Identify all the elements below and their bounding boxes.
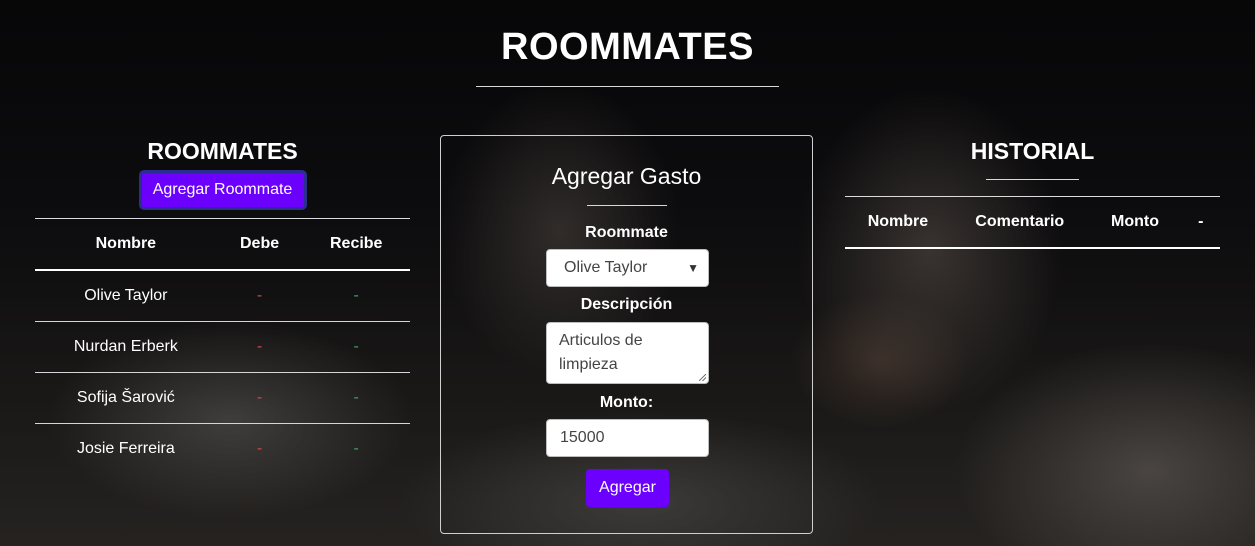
roommates-table: Nombre Debe Recibe Olive Taylor - - Nurd… (35, 218, 410, 474)
column-header-nombre: Nombre (35, 218, 217, 271)
descripcion-value: Articulos de limpieza (559, 332, 643, 373)
roommate-name: Sofija Šarović (35, 372, 217, 424)
historial-divider (986, 179, 1079, 180)
roommate-name: Josie Ferreira (76, 440, 175, 457)
table-row: Nurdan Erberk - - (35, 321, 410, 373)
add-roommate-button[interactable]: Agregar Roommate (138, 170, 307, 210)
historial-section-title: HISTORIAL (970, 138, 1095, 164)
column-header-actions: - (1181, 196, 1220, 249)
monto-value: 15000 (560, 429, 605, 446)
roommate-select[interactable]: Olive Taylor ▼ (546, 249, 709, 287)
roommate-select-value: Olive Taylor (564, 259, 648, 276)
chevron-down-icon: ▼ (687, 261, 699, 275)
table-row: Olive Taylor - - (35, 270, 410, 322)
add-expense-card: Agregar Gasto Roommate Olive Taylor ▼ De… (440, 135, 813, 534)
column-header-monto: Monto (1088, 196, 1182, 249)
descripcion-label: Descripción (580, 296, 673, 313)
roommates-table-header: Nombre Debe Recibe (35, 218, 410, 271)
add-expense-title: Agregar Gasto (551, 163, 702, 189)
historial-table-header: Nombre Comentario Monto - (845, 196, 1220, 249)
roommate-name: Olive Taylor (35, 270, 217, 322)
roommate-debe: - (216, 321, 303, 373)
roommate-recibe: - (302, 372, 410, 424)
roommate-label: Roommate (585, 224, 668, 241)
roommates-section: ROOMMATES Agregar Roommate Nombre Debe R… (35, 136, 410, 474)
roommate-name: Nurdan Erberk (35, 321, 217, 373)
table-row: Josie Ferreira - - (35, 424, 410, 475)
title-divider (476, 86, 779, 87)
historial-table: Nombre Comentario Monto - (845, 196, 1220, 249)
table-row: Sofija Šarović - - (35, 372, 410, 424)
agregar-gasto-button[interactable]: Agregar (586, 469, 669, 507)
descripcion-textarea[interactable]: Articulos de limpieza (546, 322, 709, 384)
column-header-recibe: Recibe (302, 218, 410, 271)
roommate-debe: - (216, 270, 303, 322)
roommate-recibe: - (302, 270, 410, 322)
roommate-debe: - (256, 440, 263, 457)
resize-handle-icon[interactable] (699, 374, 706, 381)
roommate-recibe: - (302, 321, 410, 373)
roommates-section-title: ROOMMATES (147, 138, 298, 164)
column-header-debe: Debe (216, 218, 303, 271)
monto-label: Monto: (599, 394, 654, 411)
column-header-nombre: Nombre (845, 196, 951, 249)
monto-input[interactable]: 15000 (546, 419, 709, 457)
roommate-debe: - (216, 372, 303, 424)
card-divider (587, 205, 667, 206)
page-content: ROOMMATES ROOMMATES Agregar Roommate Nom… (0, 0, 1255, 546)
historial-section: HISTORIAL Nombre Comentario Monto - (845, 136, 1220, 249)
roommate-recibe: - (353, 440, 359, 457)
page-title: ROOMMATES (501, 26, 754, 68)
column-header-comentario: Comentario (950, 196, 1089, 249)
